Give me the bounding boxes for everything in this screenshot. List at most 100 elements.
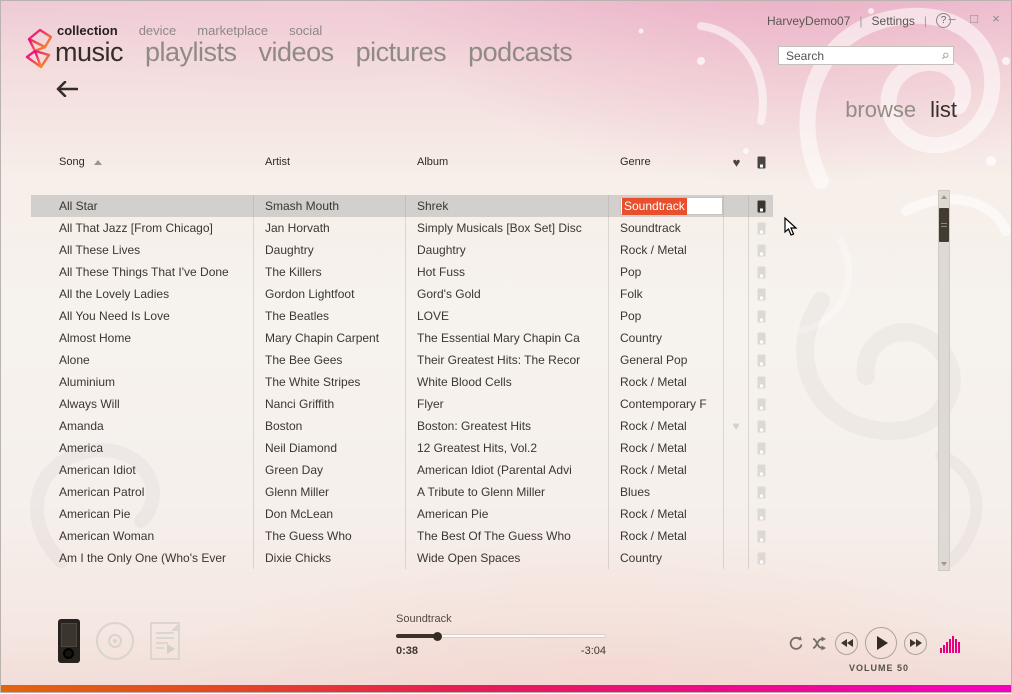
zune-device-icon: [757, 332, 765, 344]
table-row[interactable]: All These Things That I've Done The Kill…: [31, 261, 773, 283]
table-row[interactable]: American Pie Don McLean American Pie Roc…: [31, 503, 773, 525]
equalizer-icon[interactable]: [940, 633, 960, 653]
nav-device[interactable]: device: [139, 23, 177, 38]
nav-videos[interactable]: videos: [259, 37, 335, 68]
artist-cell: Jan Horvath: [265, 221, 330, 235]
genre-cell: Pop: [620, 265, 642, 279]
disc-source-button[interactable]: [96, 622, 134, 660]
zune-logo[interactable]: [21, 27, 59, 71]
table-row[interactable]: America Neil Diamond 12 Greatest Hits, V…: [31, 437, 773, 459]
shuffle-icon[interactable]: [811, 635, 828, 652]
repeat-icon[interactable]: [787, 635, 804, 652]
progress-knob[interactable]: [433, 632, 442, 641]
view-list[interactable]: list: [930, 97, 957, 123]
heart-icon[interactable]: ♥: [732, 420, 739, 432]
artist-cell: Green Day: [265, 463, 324, 477]
search-input[interactable]: [786, 48, 941, 63]
table-header: Song Artist Album Genre ♥: [31, 153, 773, 171]
nav-podcasts[interactable]: podcasts: [468, 37, 573, 68]
zune-window: collection device marketplace social mus…: [0, 0, 1012, 693]
genre-cell: Rock / Metal: [620, 463, 687, 477]
back-arrow-icon: [56, 81, 78, 97]
view-browse[interactable]: browse: [845, 97, 916, 123]
genre-cell: Blues: [620, 485, 651, 499]
progress-bar[interactable]: [396, 632, 606, 641]
playlist-source-button[interactable]: [150, 622, 180, 660]
table-row[interactable]: Aluminium The White Stripes White Blood …: [31, 371, 773, 393]
artist-cell: Don McLean: [265, 507, 334, 521]
settings-link[interactable]: Settings: [872, 14, 915, 28]
back-button[interactable]: [56, 81, 78, 97]
nav-pictures[interactable]: pictures: [356, 37, 447, 68]
zune-device-icon: [757, 376, 765, 388]
table-row[interactable]: American Patrol Glenn Miller A Tribute t…: [31, 481, 773, 503]
album-cell: The Best Of The Guess Who: [417, 529, 571, 543]
song-cell: Alone: [59, 353, 90, 367]
genre-cell: Rock / Metal: [620, 529, 687, 543]
maximize-button[interactable]: □: [967, 11, 981, 26]
nav-collection[interactable]: collection: [57, 23, 118, 38]
zune-device-icon: [757, 310, 765, 322]
nav-music[interactable]: music: [55, 37, 124, 68]
artist-cell: The Beatles: [265, 309, 330, 323]
previous-button[interactable]: [835, 631, 858, 655]
song-cell: Amanda: [59, 419, 104, 433]
minimize-button[interactable]: –: [945, 11, 959, 26]
artist-cell: Mary Chapin Carpent: [265, 331, 380, 345]
vertical-scrollbar[interactable]: [938, 190, 950, 571]
table-row[interactable]: Alone The Bee Gees Their Greatest Hits: …: [31, 349, 773, 371]
zune-device-icon: [757, 266, 765, 278]
album-cell: A Tribute to Glenn Miller: [417, 485, 546, 499]
now-playing-label: Soundtrack: [396, 613, 452, 625]
column-header-album[interactable]: Album: [406, 153, 609, 171]
time-elapsed: 0:38: [396, 645, 419, 657]
nav-playlists[interactable]: playlists: [145, 37, 237, 68]
account-area: HarveyDemo07 | Settings | ?: [767, 13, 951, 28]
close-button[interactable]: ×: [989, 11, 1003, 26]
table-row[interactable]: American Idiot Green Day American Idiot …: [31, 459, 773, 481]
table-row[interactable]: Amanda Boston Boston: Greatest Hits Rock…: [31, 415, 773, 437]
play-doc-icon: [167, 644, 175, 654]
album-cell: Their Greatest Hits: The Recor: [417, 353, 581, 367]
table-row[interactable]: American Woman The Guess Who The Best Of…: [31, 525, 773, 547]
table-row[interactable]: Almost Home Mary Chapin Carpent The Esse…: [31, 327, 773, 349]
table-row[interactable]: All You Need Is Love The Beatles LOVE Po…: [31, 305, 773, 327]
table-row[interactable]: All Star Smash Mouth Shrek Soundtrack: [31, 195, 773, 217]
bottom-accent-bar: [1, 685, 1011, 692]
table-row[interactable]: Always Will Nanci Griffith Flyer Contemp…: [31, 393, 773, 415]
table-row[interactable]: All That Jazz [From Chicago] Jan Horvath…: [31, 217, 773, 239]
table-row[interactable]: Am I the Only One (Who's Ever Dixie Chic…: [31, 547, 773, 569]
table-row[interactable]: All These Lives Daughtry Daughtry Rock /…: [31, 239, 773, 261]
previous-icon: [846, 639, 853, 647]
zune-device-icon: [757, 530, 765, 542]
zune-device-icon: [757, 486, 765, 498]
play-button[interactable]: [865, 627, 897, 659]
column-header-loved[interactable]: ♥: [724, 153, 749, 171]
scrollbar-thumb[interactable]: [939, 208, 949, 242]
column-header-artist[interactable]: Artist: [254, 153, 406, 171]
artist-cell: Daughtry: [265, 243, 314, 257]
album-cell: Simply Musicals [Box Set] Disc: [417, 221, 582, 235]
account-name[interactable]: HarveyDemo07: [767, 14, 850, 28]
scroll-up-icon[interactable]: [939, 192, 949, 202]
primary-nav: collection device marketplace social: [57, 23, 322, 38]
nav-social[interactable]: social: [289, 23, 322, 38]
table-row[interactable]: All the Lovely Ladies Gordon Lightfoot G…: [31, 283, 773, 305]
zune-device-icon: [757, 354, 765, 366]
column-header-device[interactable]: [749, 153, 773, 171]
genre-cell: Folk: [620, 287, 643, 301]
next-button[interactable]: [904, 631, 927, 655]
device-screen: [61, 623, 77, 647]
song-table-body: All Star Smash Mouth Shrek Soundtrack Al…: [31, 195, 773, 569]
artist-cell: Nanci Griffith: [265, 397, 335, 411]
genre-edit-input[interactable]: Soundtrack: [620, 197, 723, 215]
zune-device-icon: [757, 244, 765, 256]
device-source-button[interactable]: [58, 619, 80, 663]
scroll-down-icon[interactable]: [939, 559, 949, 569]
column-header-genre[interactable]: Genre: [609, 153, 724, 171]
song-cell: All These Things That I've Done: [59, 265, 229, 279]
nav-marketplace[interactable]: marketplace: [197, 23, 268, 38]
search-box[interactable]: [778, 46, 954, 65]
column-header-song[interactable]: Song: [31, 153, 254, 171]
album-cell: Daughtry: [417, 243, 466, 257]
